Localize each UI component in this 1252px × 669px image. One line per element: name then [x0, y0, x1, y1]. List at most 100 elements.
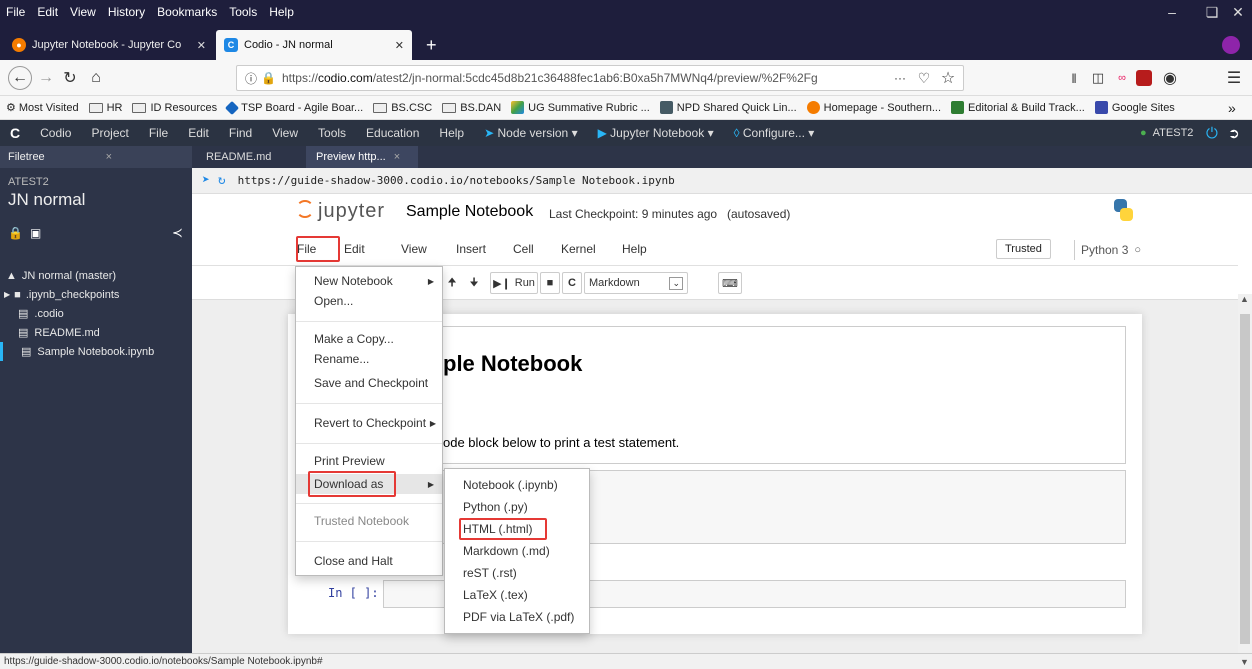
scroll-up-icon[interactable]: ▲: [1240, 294, 1249, 304]
bookmark-google-sites[interactable]: Google Sites: [1094, 101, 1175, 114]
node-version-dropdown[interactable]: ➤ Node version ▾: [474, 126, 588, 140]
filetree-tab[interactable]: Filetree ×: [0, 146, 192, 168]
codio-menu-file[interactable]: File: [139, 126, 178, 140]
editor-tab-readme[interactable]: README.md: [196, 146, 304, 168]
close-window-icon[interactable]: ✕: [1218, 0, 1252, 24]
trusted-indicator[interactable]: Trusted: [996, 239, 1051, 259]
menu-item-new-notebook[interactable]: New Notebook ▶: [296, 271, 442, 291]
browser-menu-edit[interactable]: Edit: [31, 5, 64, 19]
bookmark-bs-csc[interactable]: BS.CSC: [373, 102, 432, 114]
download-rst[interactable]: reST (.rst): [445, 563, 589, 583]
scrollbar[interactable]: ▲: [1238, 294, 1252, 653]
download-py[interactable]: Python (.py): [445, 497, 589, 517]
forward-arrow-icon[interactable]: →: [34, 66, 58, 90]
download-ipynb[interactable]: Notebook (.ipynb): [445, 475, 589, 495]
close-tab-icon[interactable]: ✕: [197, 39, 206, 52]
codio-menu-help[interactable]: Help: [429, 126, 474, 140]
keyboard-icon[interactable]: ⌨: [718, 272, 742, 294]
codio-menu-project[interactable]: Project: [81, 126, 138, 140]
filetree-item[interactable]: ▤ README.md: [0, 323, 192, 342]
lock-icon[interactable]: 🔒: [8, 226, 23, 240]
jupyter-notebook-dropdown[interactable]: ▶ Jupyter Notebook ▾: [588, 126, 724, 140]
codio-menu-find[interactable]: Find: [219, 126, 262, 140]
download-tex[interactable]: LaTeX (.tex): [445, 585, 589, 605]
back-arrow-icon[interactable]: ←: [8, 66, 32, 90]
jupyter-menu-insert[interactable]: Insert: [456, 242, 486, 256]
pocket-icon[interactable]: ♡: [912, 66, 936, 90]
download-md[interactable]: Markdown (.md): [445, 541, 589, 561]
configure-dropdown[interactable]: ◊ Configure... ▾: [724, 126, 825, 140]
bookmark-homepage-southern[interactable]: Homepage - Southern...: [806, 101, 941, 114]
new-tab-icon[interactable]: +: [418, 30, 445, 60]
menu-item-rename[interactable]: Rename...: [296, 349, 442, 369]
codio-logo-icon[interactable]: C: [0, 125, 30, 141]
bookmark-editorial[interactable]: Editorial & Build Track...: [951, 101, 1085, 114]
download-pdf[interactable]: PDF via LaTeX (.pdf): [445, 607, 589, 627]
browser-menu-tools[interactable]: Tools: [223, 5, 263, 19]
scrollbar-thumb[interactable]: [1240, 314, 1250, 644]
menu-item-print-preview[interactable]: Print Preview: [296, 451, 442, 471]
url-bar[interactable]: ⓘ 🔒 https://codio.com/atest2/jn-normal:5…: [236, 65, 964, 91]
menu-item-open[interactable]: Open...: [296, 291, 442, 311]
close-icon[interactable]: ×: [106, 151, 112, 163]
codio-menu-view[interactable]: View: [262, 126, 308, 140]
codio-menu-edit[interactable]: Edit: [178, 126, 219, 140]
filetree-item[interactable]: ▲ JN normal (master): [0, 266, 192, 285]
codio-menu-education[interactable]: Education: [356, 126, 429, 140]
menu-item-save-checkpoint[interactable]: Save and Checkpoint: [296, 373, 442, 393]
menu-item-close-halt[interactable]: Close and Halt: [296, 551, 442, 571]
filetree-item[interactable]: ▤ .codio: [0, 304, 192, 323]
extension-icon[interactable]: ∞: [1110, 66, 1134, 90]
editor-tab-preview[interactable]: Preview http... ×: [306, 146, 418, 168]
refresh-icon[interactable]: ↻: [218, 173, 226, 188]
menu-item-make-copy[interactable]: Make a Copy...: [296, 329, 442, 349]
move-down-icon[interactable]: 🠋: [464, 272, 484, 294]
browser-tab-codio[interactable]: C Codio - JN normal ✕: [216, 30, 412, 60]
browser-tab-jupyter[interactable]: ● Jupyter Notebook - Jupyter Co ✕: [4, 30, 214, 60]
browser-menu-history[interactable]: History: [102, 5, 151, 19]
page-actions-icon[interactable]: ···: [888, 66, 912, 90]
ublock-icon[interactable]: [1132, 66, 1156, 90]
notebook-title[interactable]: Sample Notebook: [406, 203, 533, 221]
browser-menu-help[interactable]: Help: [263, 5, 300, 19]
jupyter-logo-icon[interactable]: [296, 200, 314, 218]
bookmark-most-visited[interactable]: ⚙ Most Visited: [6, 101, 79, 115]
filetree-item[interactable]: ▤ Sample Notebook.ipynb: [0, 342, 192, 361]
jupyter-menu-help[interactable]: Help: [622, 242, 647, 256]
user-status[interactable]: ● ATEST2: [1140, 127, 1193, 139]
bookmark-bs-dan[interactable]: BS.DAN: [442, 102, 501, 114]
codio-menu-codio[interactable]: Codio: [30, 126, 81, 140]
menu-item-revert-checkpoint[interactable]: Revert to Checkpoint ▶: [296, 413, 442, 433]
account-icon[interactable]: ◉: [1158, 66, 1182, 90]
power-icon[interactable]: ⏻: [1206, 125, 1218, 142]
preview-url[interactable]: https://guide-shadow-3000.codio.io/noteb…: [238, 174, 675, 187]
sidebar-toggle-icon[interactable]: ◫: [1086, 66, 1110, 90]
info-icon[interactable]: ⓘ: [245, 70, 257, 87]
close-tab-icon[interactable]: ✕: [395, 39, 404, 52]
scroll-down-icon[interactable]: ▼: [1240, 657, 1249, 667]
browser-menu-file[interactable]: File: [0, 5, 31, 19]
bookmark-ug-rubric[interactable]: UG Summative Rubric ...: [511, 101, 650, 114]
browser-menu-view[interactable]: View: [64, 5, 102, 19]
codio-menu-tools[interactable]: Tools: [308, 126, 356, 140]
jupyter-brand[interactable]: jupyter: [318, 200, 385, 223]
jupyter-menu-edit[interactable]: Edit: [344, 242, 365, 256]
bookmark-npd-shared[interactable]: NPD Shared Quick Lin...: [659, 101, 797, 114]
filetree-item[interactable]: ▶ ■ .ipynb_checkpoints: [0, 285, 192, 304]
hamburger-menu-icon[interactable]: ☰: [1222, 66, 1246, 90]
library-icon[interactable]: ‖: [1062, 66, 1086, 90]
send-icon[interactable]: ➤: [202, 173, 210, 188]
bookmark-id-resources[interactable]: ID Resources: [132, 102, 217, 114]
jupyter-menu-view[interactable]: View: [401, 242, 427, 256]
move-up-icon[interactable]: 🠉: [442, 272, 462, 294]
bookmarks-overflow-icon[interactable]: »: [1228, 100, 1236, 116]
bookmark-star-icon[interactable]: ☆: [936, 66, 960, 90]
cell-type-select[interactable]: Markdown ⌄: [584, 272, 688, 294]
monitor-icon[interactable]: ▣: [30, 226, 41, 240]
bookmark-hr[interactable]: HR: [88, 102, 122, 114]
browser-menu-bookmarks[interactable]: Bookmarks: [151, 5, 223, 19]
stop-icon[interactable]: ■: [540, 272, 560, 294]
minimize-icon[interactable]: –: [1152, 0, 1192, 24]
reload-icon[interactable]: ↻: [58, 66, 82, 90]
close-icon[interactable]: ×: [394, 151, 400, 163]
